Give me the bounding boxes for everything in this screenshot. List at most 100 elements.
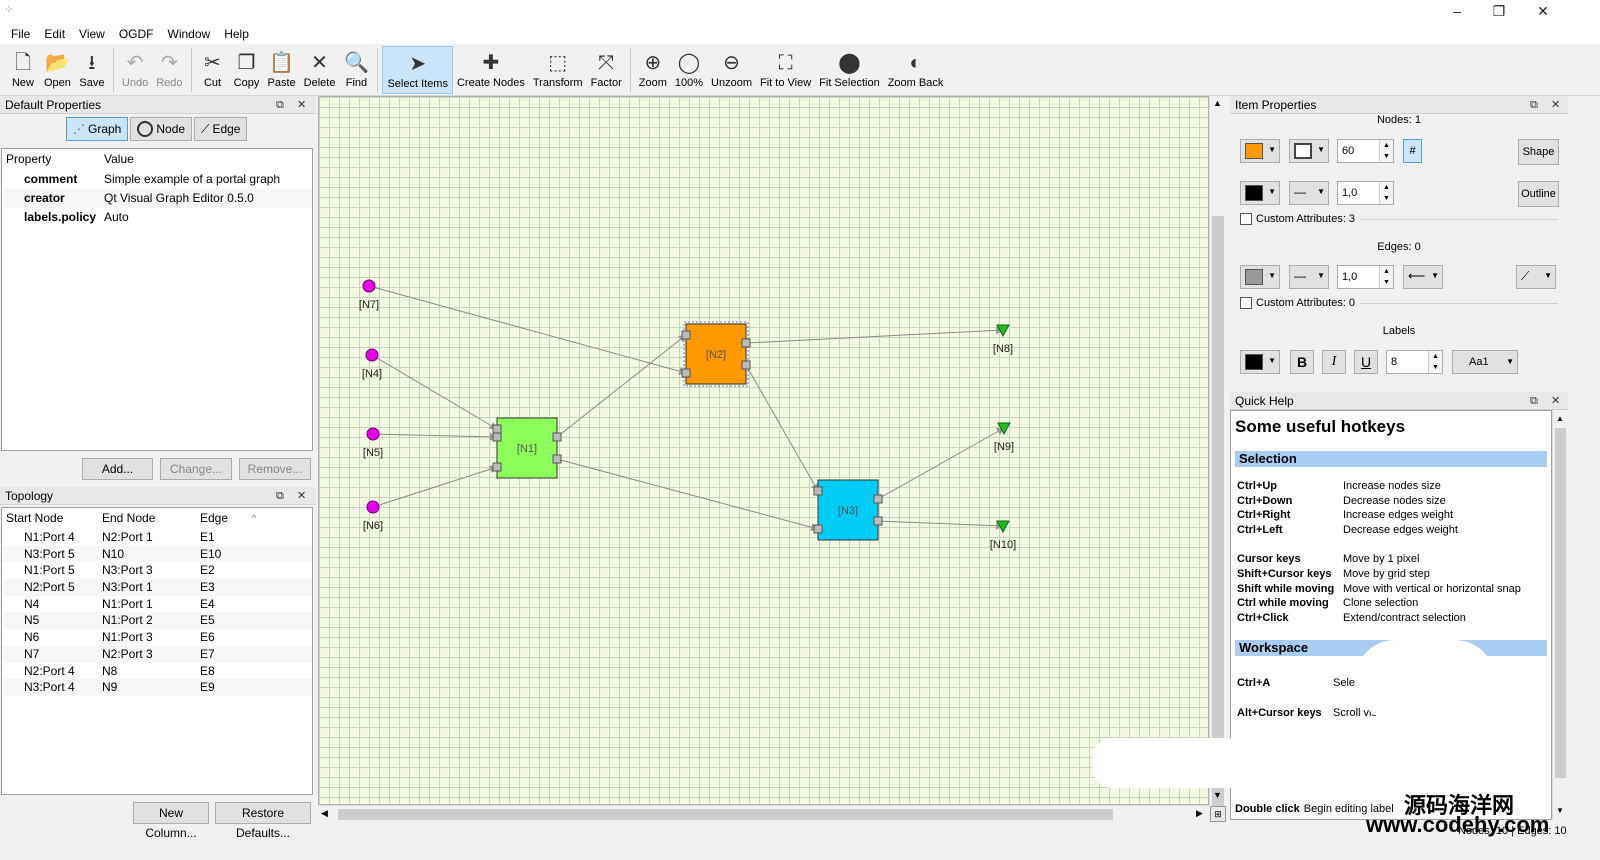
close-icon[interactable]: ✕ [1551, 392, 1560, 410]
property-value[interactable]: Simple example of a portal graph [100, 170, 280, 189]
node-outline-style-picker[interactable]: — ▼ [1289, 181, 1329, 205]
close-window-button[interactable]: ✕ [1520, 0, 1566, 24]
column-header-value[interactable]: Value [100, 149, 134, 170]
outline-button[interactable]: Outline [1518, 181, 1559, 207]
tab-node[interactable]: Node [130, 117, 193, 141]
edge-custom-attributes-checkbox[interactable] [1240, 297, 1252, 309]
horizontal-scrollbar[interactable]: ◀ ▶ [318, 805, 1209, 822]
graph-scene[interactable]: [N7] [N4] [N5] [N6] [N1] [N2] [N3] [N8] [N9] [N10… [319, 97, 1209, 805]
property-row[interactable]: creator Qt Visual Graph Editor 0.5.0 [2, 189, 312, 208]
edge-e2[interactable] [556, 458, 819, 532]
horizontal-scroll-thumb[interactable] [338, 809, 1113, 820]
property-value[interactable]: Auto [100, 208, 129, 227]
edge-e4[interactable] [371, 354, 498, 430]
undo-button[interactable]: ↶ Undo [118, 46, 152, 94]
fit-selection-button[interactable]: ⬤ Fit Selection [815, 46, 884, 94]
edge-color-picker[interactable]: ▼ [1240, 265, 1280, 289]
edge-e8[interactable] [745, 326, 1004, 344]
node-n9[interactable]: [N9] [994, 422, 1014, 453]
topology-row[interactable]: N2:Port 5 N3:Port 1 E3 [2, 579, 312, 596]
transform-button[interactable]: ⬚ Transform [529, 46, 587, 94]
node-outline-color-picker[interactable]: ▼ [1240, 181, 1280, 205]
edge-e6[interactable] [372, 465, 498, 508]
shape-button[interactable]: Shape [1518, 139, 1559, 165]
scroll-down-icon[interactable]: ▼ [1213, 790, 1222, 800]
float-icon[interactable]: ⧉ [276, 96, 284, 114]
change-property-button[interactable]: Change... [160, 458, 232, 480]
edge-direction-picker[interactable]: ⟵ ▼ [1403, 265, 1443, 289]
close-icon[interactable]: ✕ [1551, 96, 1560, 114]
menu-window[interactable]: Window [161, 24, 218, 44]
vertical-scroll-thumb[interactable] [1212, 216, 1224, 806]
column-header-edge[interactable]: Edge [198, 508, 228, 529]
save-button[interactable]: ⭳ Save [75, 46, 109, 94]
minimize-button[interactable]: – [1434, 0, 1480, 24]
corner-navigator-icon[interactable]: ⊞ [1210, 806, 1226, 822]
node-shape-picker[interactable]: ▼ [1289, 139, 1329, 163]
float-icon[interactable]: ⧉ [276, 487, 284, 505]
open-button[interactable]: 📂 Open [40, 46, 75, 94]
hash-button[interactable]: # [1403, 139, 1422, 163]
spin-arrows-icon[interactable]: ▲ ▼ [1379, 182, 1393, 204]
quick-help-scroll-thumb[interactable] [1555, 428, 1566, 778]
node-size-spinbox[interactable]: 60 ▲ ▼ [1337, 139, 1394, 163]
bold-button[interactable]: B [1290, 350, 1314, 374]
vertical-scrollbar[interactable]: ▲ ▼ [1209, 96, 1226, 806]
cut-button[interactable]: ✂ Cut [196, 46, 230, 94]
redo-button[interactable]: ↷ Redo [152, 46, 186, 94]
node-color-picker[interactable]: ▼ [1240, 139, 1280, 163]
menu-edit[interactable]: Edit [37, 24, 72, 44]
topology-row[interactable]: N2:Port 4 N8 E8 [2, 663, 312, 680]
remove-property-button[interactable]: Remove... [239, 458, 311, 480]
topology-row[interactable]: N7 N2:Port 3 E7 [2, 645, 312, 663]
node-n2[interactable]: [N2] [681, 321, 751, 387]
spin-arrows-icon[interactable]: ▲ ▼ [1379, 266, 1393, 288]
quick-help-scrollbar[interactable]: ▲ ▼ [1552, 410, 1568, 820]
topology-row[interactable]: N1:Port 4 N2:Port 1 E1 [2, 529, 312, 546]
float-icon[interactable]: ⧉ [1530, 392, 1538, 410]
zoom-button[interactable]: ⊕ Zoom [635, 46, 671, 94]
column-header-end-node[interactable]: End Node [100, 508, 198, 529]
edge-type-picker[interactable]: ⟋ ▼ [1516, 265, 1556, 289]
restore-button[interactable]: ❐ [1476, 0, 1522, 24]
font-size-spinbox[interactable]: 8 ▲ ▼ [1386, 350, 1443, 374]
node-n3[interactable]: [N3] [813, 479, 883, 541]
topology-row[interactable]: N5 N1:Port 2 E5 [2, 612, 312, 630]
topology-row[interactable]: N6 N1:Port 3 E6 [2, 629, 312, 646]
node-n7[interactable]: [N7] [359, 279, 379, 311]
select-items-button[interactable]: ➤ Select Items [382, 46, 453, 94]
menu-help[interactable]: Help [217, 24, 256, 44]
new-column-button[interactable]: New Column... [133, 802, 209, 840]
scroll-right-icon[interactable]: ▶ [1196, 808, 1203, 819]
edge-width-spinbox[interactable]: 1,0 ▲ ▼ [1337, 265, 1394, 289]
edge-e1[interactable] [556, 334, 687, 438]
label-color-picker[interactable]: ▼ [1240, 350, 1280, 374]
node-n1[interactable]: [N1] [492, 417, 562, 479]
spin-arrows-icon[interactable]: ▲ ▼ [1379, 140, 1393, 162]
tab-graph[interactable]: ⋰ Graph [66, 117, 129, 141]
font-picker[interactable]: Aa1 ▼ [1452, 350, 1518, 374]
menu-view[interactable]: View [72, 24, 112, 44]
unzoom-button[interactable]: ⊖ Unzoom [707, 46, 756, 94]
column-header-property[interactable]: Property [2, 149, 100, 170]
edge-e5[interactable] [372, 432, 498, 441]
edge-style-picker[interactable]: — ▼ [1289, 265, 1329, 289]
menu-file[interactable]: File [4, 24, 37, 44]
copy-button[interactable]: ❐ Copy [230, 46, 264, 94]
scroll-down-icon[interactable]: ▼ [1556, 806, 1564, 815]
topology-row[interactable]: N1:Port 5 N3:Port 3 E2 [2, 562, 312, 579]
italic-button[interactable]: I [1322, 350, 1346, 374]
underline-button[interactable]: U [1354, 350, 1378, 374]
close-icon[interactable]: ✕ [297, 487, 306, 505]
float-icon[interactable]: ⧉ [1530, 96, 1538, 114]
fit-to-view-button[interactable]: ⛶ Fit to View [756, 46, 815, 94]
property-row[interactable]: comment Simple example of a portal graph [2, 170, 312, 189]
factor-button[interactable]: ⤧ Factor [587, 46, 626, 94]
scroll-up-icon[interactable]: ▲ [1213, 98, 1222, 108]
spin-arrows-icon[interactable]: ▲ ▼ [1428, 351, 1442, 373]
restore-defaults-button[interactable]: Restore Defaults... [215, 802, 311, 840]
column-header-start-node[interactable]: Start Node [2, 508, 100, 529]
delete-button[interactable]: ✕ Delete [300, 46, 340, 94]
node-outline-width-spinbox[interactable]: 1,0 ▲ ▼ [1337, 181, 1394, 205]
paste-button[interactable]: 📋 Paste [264, 46, 300, 94]
